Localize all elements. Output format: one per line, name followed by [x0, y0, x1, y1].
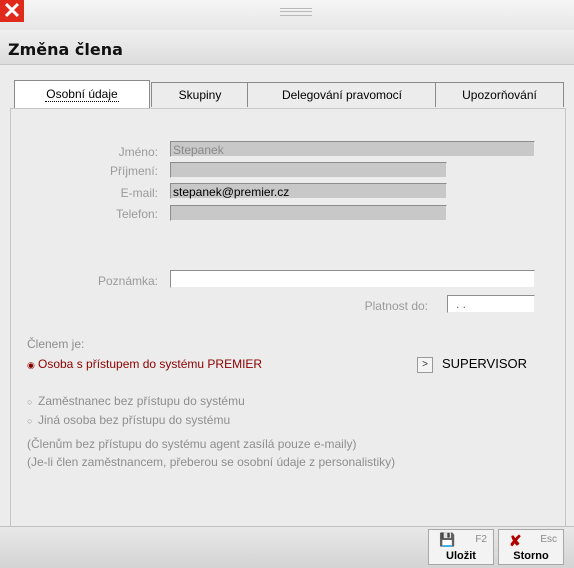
save-icon: 💾: [439, 532, 456, 547]
email-label: E-mail:: [120, 186, 158, 200]
poznamka-label: Poznámka:: [97, 274, 158, 288]
jmeno-field[interactable]: Stepanek: [170, 141, 535, 157]
prijmeni-label: Příjmení:: [109, 164, 158, 178]
close-button[interactable]: ✕: [0, 0, 24, 22]
prijmeni-field[interactable]: [170, 162, 447, 178]
cancel-button[interactable]: ✘ Esc Storno: [498, 529, 564, 565]
radio-option-employee[interactable]: ○ Zaměstnanec bez přístupu do systému: [27, 394, 245, 408]
page-title: Změna člena: [8, 40, 123, 59]
jmeno-label: Jméno:: [118, 145, 158, 159]
tab-osobni-udaje[interactable]: Osobní údaje: [14, 80, 150, 108]
save-label: Uložit: [446, 550, 476, 562]
save-button[interactable]: 💾 F2 Uložit: [428, 529, 494, 565]
telefon-field[interactable]: [170, 205, 447, 221]
radio-option-other[interactable]: ○ Jiná osoba bez přístupu do systému: [27, 413, 230, 427]
radio-empty-icon: ○: [27, 397, 33, 407]
membership-heading: Členem je:: [27, 337, 85, 351]
dialog-window: ✕ Změna člena Osobní údaje Skupiny Deleg…: [0, 0, 574, 568]
cancel-icon: ✘: [509, 533, 522, 550]
note-line-2: (Je-li člen zaměstnancem, přeberou se os…: [27, 455, 396, 469]
supervisor-button[interactable]: >: [417, 357, 433, 373]
titlebar[interactable]: ✕: [0, 0, 574, 30]
tab-skupiny[interactable]: Skupiny: [151, 82, 249, 107]
tab-bar: Osobní údaje Skupiny Delegování pravomoc…: [14, 80, 564, 108]
radio-selected-icon: ◉: [27, 360, 35, 370]
radio-option-other-label: Jiná osoba bez přístupu do systému: [38, 413, 231, 427]
platnost-label: Platnost do:: [364, 299, 428, 313]
cancel-shortcut: Esc: [540, 534, 557, 545]
telefon-label: Telefon:: [115, 207, 158, 221]
radio-empty-icon: ○: [27, 416, 33, 426]
radio-option-employee-label: Zaměstnanec bez přístupu do systému: [38, 394, 245, 408]
email-field[interactable]: stepanek@premier.cz: [170, 183, 447, 199]
tab-upozornovani[interactable]: Upozorňování: [435, 82, 564, 107]
save-shortcut: F2: [475, 534, 487, 545]
cancel-label: Storno: [513, 550, 549, 562]
platnost-field[interactable]: . .: [447, 295, 535, 313]
drag-grip-icon[interactable]: [280, 8, 312, 16]
radio-option-premier-label: Osoba s přístupem do systému PREMIER: [38, 357, 263, 371]
tab-delegovani-pravomoci[interactable]: Delegování pravomocí: [247, 82, 437, 107]
note-line-1: (Členům bez přístupu do systému agent za…: [27, 437, 357, 451]
poznamka-field[interactable]: [170, 270, 535, 288]
supervisor-label: SUPERVISOR: [442, 356, 528, 371]
header: Změna člena: [0, 30, 574, 65]
radio-option-premier[interactable]: ◉ Osoba s přístupem do systému PREMIER: [27, 357, 262, 371]
